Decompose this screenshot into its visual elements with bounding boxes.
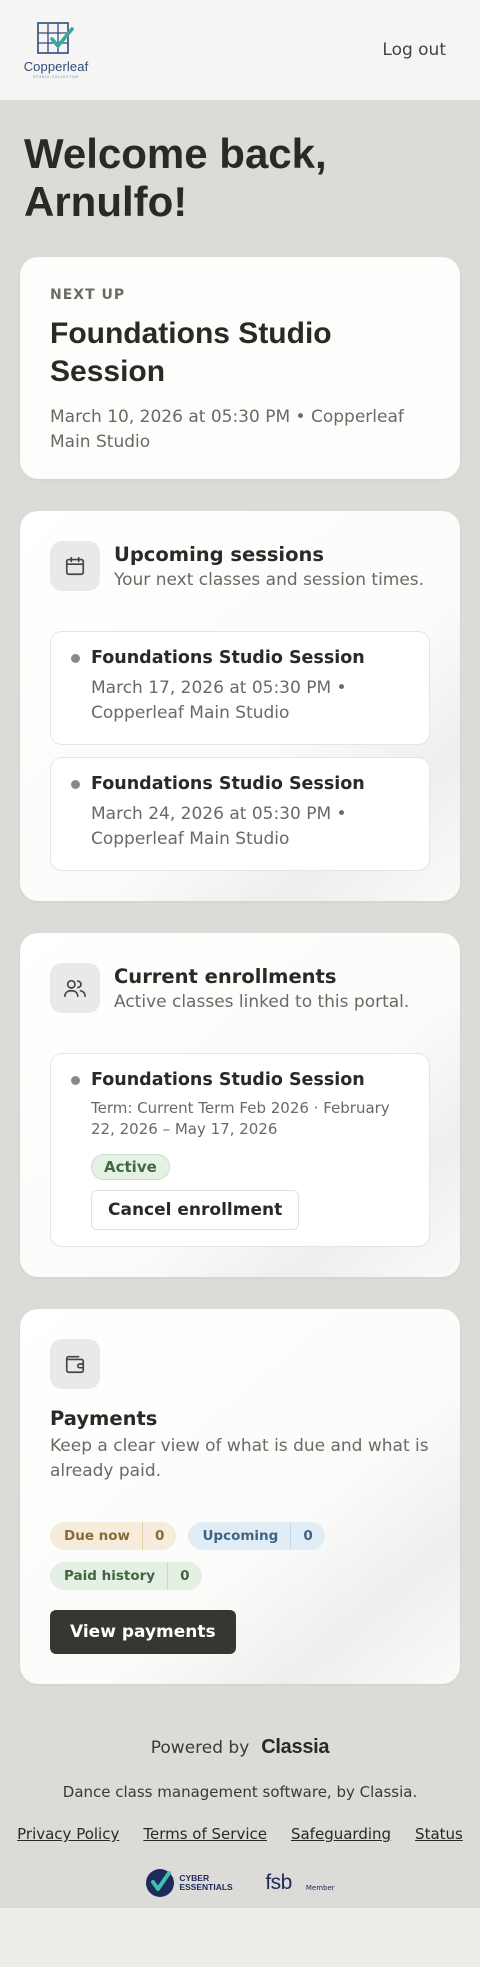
fsb-logo-text: fsb xyxy=(265,1871,292,1894)
bullet-dot-icon xyxy=(71,779,80,789)
enrollments-title: Current enrollments xyxy=(114,965,337,988)
due-now-pill[interactable]: Due now 0 xyxy=(50,1522,177,1550)
pill-label: Upcoming xyxy=(202,1528,279,1544)
copperleaf-logo[interactable]: Copperleaf STUDIO COLLECTIVE xyxy=(18,21,94,79)
pill-count: 0 xyxy=(290,1522,324,1550)
fsb-member-badge: fsb Member xyxy=(265,1871,334,1895)
upcoming-sessions-card: Upcoming sessions Your next classes and … xyxy=(20,511,460,901)
next-up-meta: March 10, 2026 at 05:30 PM • Copperleaf … xyxy=(50,407,404,452)
cyber-essentials-shield-icon xyxy=(146,1869,175,1897)
cyber-essentials-badge: CYBER ESSENTIALS xyxy=(145,1867,235,1899)
calendar-icon xyxy=(50,541,100,591)
certification-badges: CYBER ESSENTIALS fsb Member xyxy=(0,1867,480,1899)
bullet-dot-icon xyxy=(71,653,80,663)
cyber-essentials-text: CYBER ESSENTIALS xyxy=(179,1873,233,1892)
fsb-member-text: Member xyxy=(305,1884,335,1892)
footer: Powered by Classia Dance class managemen… xyxy=(0,1736,480,1899)
current-enrollments-card: Current enrollments Active classes linke… xyxy=(20,933,460,1277)
pill-count: 0 xyxy=(142,1522,176,1550)
pill-label: Paid history xyxy=(64,1568,156,1584)
enrollment-term: Term: Current Term Feb 2026 · February 2… xyxy=(91,1099,390,1138)
footer-links: Privacy Policy Terms of Service Safeguar… xyxy=(0,1825,480,1843)
enrollments-subtitle: Active classes linked to this portal. xyxy=(114,992,410,1012)
payment-status-pills: Due now 0 Upcoming 0 Paid history 0 xyxy=(50,1522,430,1590)
terms-of-service-link[interactable]: Terms of Service xyxy=(143,1825,267,1843)
session-title: Foundations Studio Session xyxy=(91,774,365,794)
payments-subtitle: Keep a clear view of what is due and wha… xyxy=(50,1436,429,1481)
logout-button[interactable]: Log out xyxy=(382,40,446,60)
logo-subtitle: STUDIO COLLECTIVE xyxy=(32,75,80,79)
wallet-icon xyxy=(50,1339,100,1389)
next-up-eyebrow: NEXT UP xyxy=(50,287,126,303)
footer-tagline: Dance class management software, by Clas… xyxy=(62,1783,418,1801)
safeguarding-link[interactable]: Safeguarding xyxy=(291,1825,391,1843)
payments-title: Payments xyxy=(50,1407,158,1430)
session-title: Foundations Studio Session xyxy=(91,648,365,668)
status-link[interactable]: Status xyxy=(415,1825,463,1843)
upcoming-sessions-header: Upcoming sessions Your next classes and … xyxy=(50,541,430,591)
cancel-enrollment-button[interactable]: Cancel enrollment xyxy=(91,1190,300,1230)
next-up-title: Foundations Studio Session xyxy=(50,317,332,388)
enrollments-header: Current enrollments Active classes linke… xyxy=(50,963,430,1013)
upcoming-pill[interactable]: Upcoming 0 xyxy=(188,1522,325,1550)
bullet-dot-icon xyxy=(71,1075,80,1085)
pill-label: Due now xyxy=(64,1528,131,1544)
logo-name: Copperleaf xyxy=(23,59,89,74)
upcoming-sessions-title: Upcoming sessions xyxy=(114,543,324,566)
paid-history-pill[interactable]: Paid history 0 xyxy=(50,1562,202,1590)
enrollment-title: Foundations Studio Session xyxy=(91,1070,365,1090)
session-meta: March 17, 2026 at 05:30 PM • Copperleaf … xyxy=(91,678,347,723)
classia-logo[interactable]: Classia xyxy=(261,1736,329,1759)
upcoming-sessions-subtitle: Your next classes and session times. xyxy=(114,570,425,590)
enrollment-item: Foundations Studio Session Term: Current… xyxy=(50,1053,430,1247)
welcome-heading: Welcome back, Arnulfo! xyxy=(24,130,327,225)
pill-count: 0 xyxy=(167,1562,201,1590)
session-item: Foundations Studio Session March 24, 202… xyxy=(50,757,430,871)
view-payments-button[interactable]: View payments xyxy=(50,1610,236,1654)
session-item: Foundations Studio Session March 17, 202… xyxy=(50,631,430,745)
payments-card: Payments Keep a clear view of what is du… xyxy=(20,1309,460,1684)
powered-by: Powered by Classia xyxy=(0,1736,480,1759)
session-meta: March 24, 2026 at 05:30 PM • Copperleaf … xyxy=(91,804,347,849)
privacy-policy-link[interactable]: Privacy Policy xyxy=(17,1825,119,1843)
logo-grid-icon xyxy=(37,22,74,54)
next-up-card: NEXT UP Foundations Studio Session March… xyxy=(20,257,460,479)
bottom-strip xyxy=(0,1908,480,1967)
status-badge: Active xyxy=(91,1154,170,1180)
powered-by-label: Powered by xyxy=(150,1738,250,1758)
users-icon xyxy=(50,963,100,1013)
top-header: Copperleaf STUDIO COLLECTIVE Log out xyxy=(0,0,480,100)
